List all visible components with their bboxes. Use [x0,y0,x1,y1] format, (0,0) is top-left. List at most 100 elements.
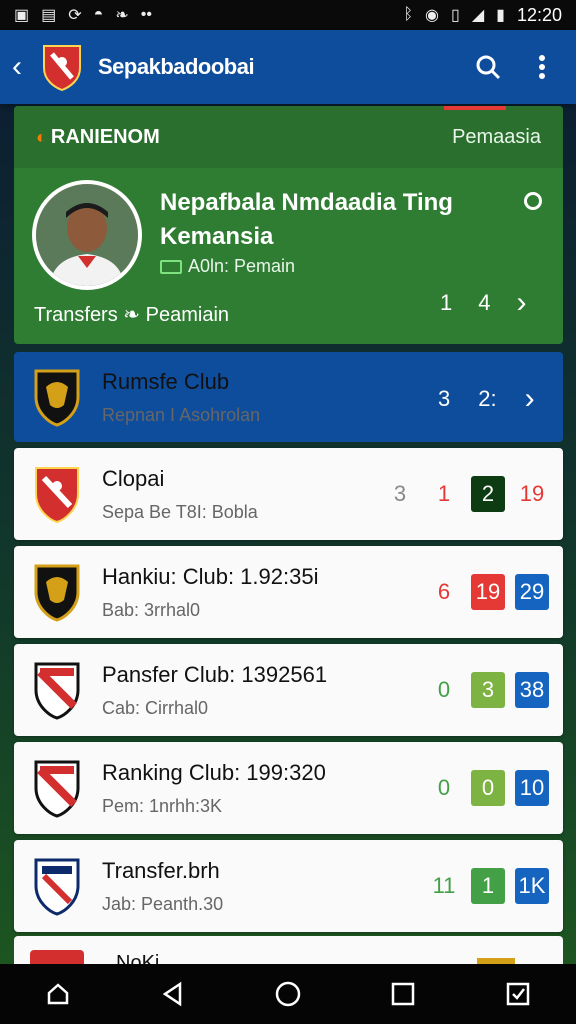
score-badge: 2 [471,476,505,512]
more-dots-icon: •• [140,6,152,23]
club-sub: Pem: 1nrhh:3K [102,795,223,816]
club-sub: Cab: Cirrhal0 [102,697,209,718]
signal-icon: ◢ [471,7,485,24]
sync-icon: ⟳ [68,7,82,24]
featured-num-a: 1 [440,290,453,315]
score-value: 0 [437,677,451,702]
list-item[interactable]: Ranking Club: 199:320 Pem: 1nrhh:3K 0 0 … [14,742,563,834]
club-scores: 11 1 1K [427,868,549,904]
back-arrow-icon[interactable]: ‹ [12,50,34,84]
score-value: 0 [437,775,451,800]
gallery-icon: ▣ [14,7,30,24]
featured-section-label: ◐ RANIENOM [36,126,160,149]
score-badge: 10 [515,770,549,806]
club-scores: 6 19 29 [427,574,549,610]
player-subtitle: A0ln: Pemain [160,256,295,277]
featured-section-text: RANIENOM [50,125,160,148]
club-text: Clopai Sepa Be T8I: Bobla [102,466,258,523]
club-text: Ranking Club: 199:320 Pem: 1nrhh:3K [102,760,326,817]
featured-header: ◐ RANIENOM Pemaasia [14,106,563,168]
list-item[interactable]: Pansfer Club: 1392561 Cab: Cirrhal0 0 3 … [14,644,563,736]
highlight-num-b: 2: [478,386,497,411]
club-logo-icon [43,45,81,92]
player-avatar [32,180,142,290]
score-value: 11 [432,873,456,898]
club-text: Pansfer Club: 1392561 Cab: Cirrhal0 [102,662,327,719]
club-name: Hankiu: Club: 1.92:35i [102,563,319,589]
club-crest-icon [35,467,79,524]
player-sub-text: A0ln: Pemain [188,256,296,276]
club-crest-icon [34,564,80,622]
highlight-stats: 3 2: › [438,382,535,416]
score-badge: 1 [471,868,505,904]
score-badge: 1K [515,868,549,904]
list-item-partial[interactable]: NoKi [14,936,563,966]
chevron-right-icon[interactable]: › [525,382,535,416]
ranking-icon: ◐ [36,126,47,147]
status-left-icons: ▣ ▤ ⟳ ◓ ❧ •• [14,5,152,25]
app-title: Sepakbadoobai [98,54,255,79]
club-name: Pansfer Club: 1392561 [102,661,328,687]
android-icon: ◓ [93,6,104,23]
club-text: Transfer.brh Jab: Peanth.30 [102,858,223,915]
status-bar: ▣ ▤ ⟳ ◓ ❧ •• ᛒ ◉ ▯ ◢ ▮ 12:20 [0,0,576,30]
app-bar: ‹ Sepakbadoobai [0,30,576,104]
transfers-label: Transfers [34,304,118,326]
bluetooth-icon: ᛒ [403,6,414,23]
score-badge: 29 [515,574,549,610]
club-crest-icon [34,858,80,916]
back-triangle-icon[interactable] [153,974,193,1014]
featured-section-right[interactable]: Pemaasia [452,126,541,149]
club-scores: 3 1 2 19 [383,476,549,512]
club-scores: 0 0 10 [427,770,549,806]
player-name: Nepafbala Nmdaadia Ting Kemansia [160,189,453,250]
list-item[interactable]: Hankiu: Club: 1.92:35i Bab: 3rrhal0 6 19… [14,546,563,638]
score-value: 19 [519,481,545,506]
transfers-right: Peamiain [145,304,230,326]
vibrate-icon: ▯ [451,7,460,24]
document-icon: ▤ [41,7,57,24]
club-crest-icon [34,662,80,720]
system-nav-bar [0,964,576,1024]
home-outline-icon[interactable] [38,974,78,1014]
battery-icon: ▮ [496,7,505,24]
transfers-line: Transfers ❧ Peamiain [34,302,229,327]
score-badge: 3 [471,672,505,708]
status-time: 12:20 [516,4,562,25]
home-circle-icon[interactable] [268,974,308,1014]
club-crest-icon [34,760,80,818]
highlight-club-row[interactable]: Rumsfe Club Repnan I Asohrolan 3 2: › [14,352,563,442]
score-badge: 0 [471,770,505,806]
badge-icon [160,259,182,274]
club-sub: Jab: Peanth.30 [102,893,224,914]
highlight-club-name: Rumsfe Club [102,368,230,394]
club-name: Clopai [102,465,165,491]
featured-player-card[interactable]: ◐ RANIENOM Pemaasia Nepafbala Nmdaadia T… [14,106,563,344]
leaf-icon: ❧ [115,7,129,24]
club-crest-icon [34,369,80,427]
wifi-icon: ◉ [425,7,440,24]
score-value: 1 [437,481,451,506]
checkbox-icon[interactable] [498,974,538,1014]
featured-num-b: 4 [478,290,491,315]
score-badge: 38 [515,672,549,708]
search-icon[interactable] [466,45,510,89]
score-value: 6 [437,579,451,604]
chevron-right-icon[interactable]: › [517,286,527,320]
highlight-club-text: Rumsfe Club Repnan I Asohrolan [102,369,260,426]
status-right-icons: ᛒ ◉ ▯ ◢ ▮ 12:20 [403,5,562,26]
score-value: 3 [393,481,407,506]
list-item[interactable]: Transfer.brh Jab: Peanth.30 11 1 1K [14,840,563,932]
club-scores: 0 3 38 [427,672,549,708]
featured-stats: 1 4 › [440,286,527,320]
recents-square-icon[interactable] [383,974,423,1014]
club-name: Transfer.brh [102,857,220,883]
radio-ring-icon[interactable] [524,192,542,210]
club-text: Hankiu: Club: 1.92:35i Bab: 3rrhal0 [102,564,318,621]
list-item[interactable]: Clopai Sepa Be T8I: Bobla 3 1 2 19 [14,448,563,540]
accent-line [444,106,506,110]
highlight-club-sub: Repnan I Asohrolan [102,404,261,425]
overflow-menu-icon[interactable] [520,45,564,89]
score-badge: 19 [471,574,505,610]
club-sub: Bab: 3rrhal0 [102,599,201,620]
